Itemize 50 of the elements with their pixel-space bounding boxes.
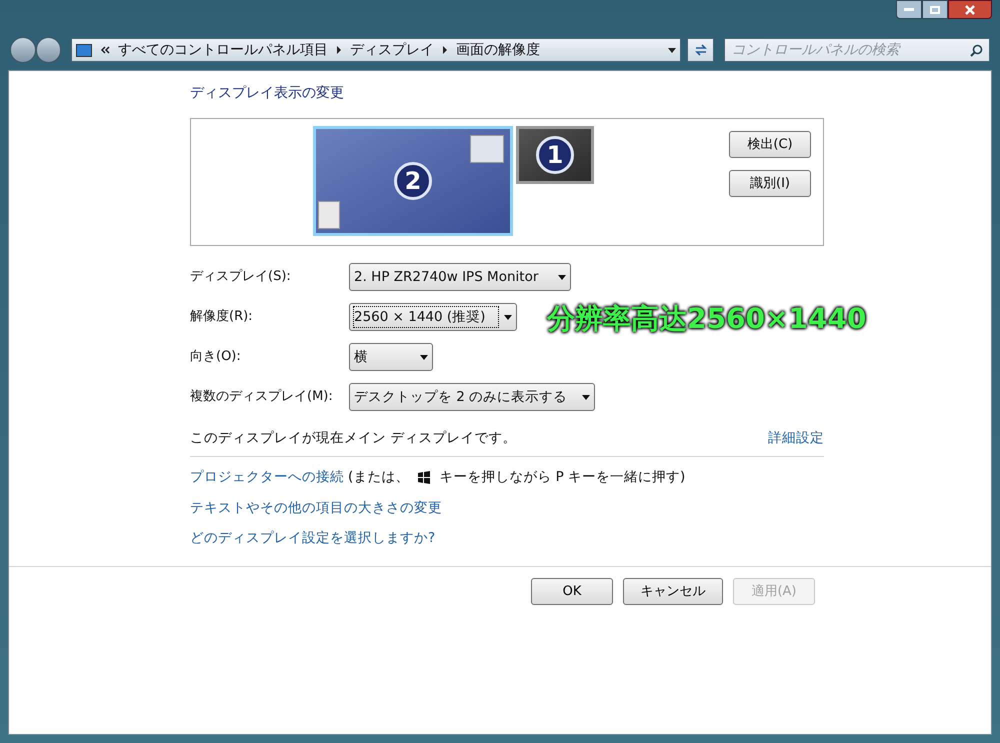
- close-button[interactable]: [948, 0, 992, 19]
- section-heading: ディスプレイ表示の変更: [190, 84, 345, 103]
- setting-label: ディスプレイ(S):: [190, 268, 292, 286]
- search-icon: [970, 44, 983, 56]
- monitor-number: 2: [394, 162, 432, 200]
- dropdown-arrow-icon: [582, 394, 590, 400]
- monitor-number: 1: [536, 136, 574, 174]
- breadcrumb-item[interactable]: ディスプレイ: [350, 40, 434, 60]
- advanced-settings-link[interactable]: 詳細設定: [768, 428, 824, 448]
- address-bar[interactable]: すべてのコントロールパネル項目 ディスプレイ 画面の解像度: [71, 38, 681, 62]
- breadcrumb-item[interactable]: すべてのコントロールパネル項目: [118, 40, 328, 60]
- dialog-button[interactable]: OK: [531, 578, 613, 605]
- main-display-note: このディスプレイが現在メイン ディスプレイです。: [190, 429, 516, 448]
- minimize-button[interactable]: [896, 0, 922, 19]
- dropdown-arrow-icon: [504, 314, 512, 320]
- monitor-tile[interactable]: 1: [516, 126, 594, 184]
- dropdown-arrow-icon: [668, 48, 676, 52]
- setting-dropdown[interactable]: 横: [349, 343, 433, 371]
- breadcrumb-item[interactable]: 画面の解像度: [456, 40, 540, 60]
- setting-label: 複数のディスプレイ(M):: [190, 388, 334, 406]
- maximize-button[interactable]: [922, 0, 948, 19]
- back-button[interactable]: [10, 37, 36, 63]
- setting-dropdown[interactable]: 2. HP ZR2740w IPS Monitor: [349, 263, 571, 291]
- forward-button[interactable]: [36, 37, 62, 63]
- projector-link[interactable]: プロジェクターへの接続: [190, 467, 344, 488]
- setting-label: 解像度(R):: [190, 308, 254, 326]
- breadcrumb-arrow-icon: [336, 46, 342, 54]
- close-icon: [965, 4, 975, 14]
- dropdown-arrow-icon: [420, 354, 428, 360]
- breadcrumb-arrow-icon: [442, 46, 448, 54]
- projector-hint-text: プロジェクターへの接続 (または、 キーを押しながら P キーを一緒に押す): [190, 467, 686, 488]
- setting-dropdown[interactable]: デスクトップを 2 のみに表示する: [349, 383, 595, 411]
- search-field[interactable]: コントロールパネルの検索: [724, 38, 990, 62]
- dropdown-arrow-icon: [558, 274, 566, 280]
- dialog-button[interactable]: 検出(C): [729, 131, 811, 158]
- windows-logo-icon: [417, 470, 432, 484]
- setting-dropdown[interactable]: 2560 × 1440 (推奨): [349, 303, 517, 331]
- settings-link[interactable]: テキストやその他の項目の大きさの変更: [190, 498, 442, 518]
- window-thumbnail-icon: [470, 135, 504, 163]
- window-thumbnail-icon: [318, 201, 340, 229]
- refresh-icon: [694, 44, 708, 56]
- dialog-button[interactable]: キャンセル: [623, 578, 723, 605]
- monitor-tile[interactable]: 2: [313, 126, 513, 236]
- chevron-icon: [100, 45, 110, 55]
- setting-label: 向き(O):: [190, 348, 242, 366]
- dialog-button[interactable]: 識別(I): [729, 170, 811, 197]
- monitor-icon: [76, 44, 92, 56]
- settings-link[interactable]: どのディスプレイ設定を選択しますか?: [190, 528, 436, 548]
- overlay-caption: 分辨率高达2560×1440: [547, 301, 866, 337]
- refresh-button[interactable]: [686, 38, 714, 62]
